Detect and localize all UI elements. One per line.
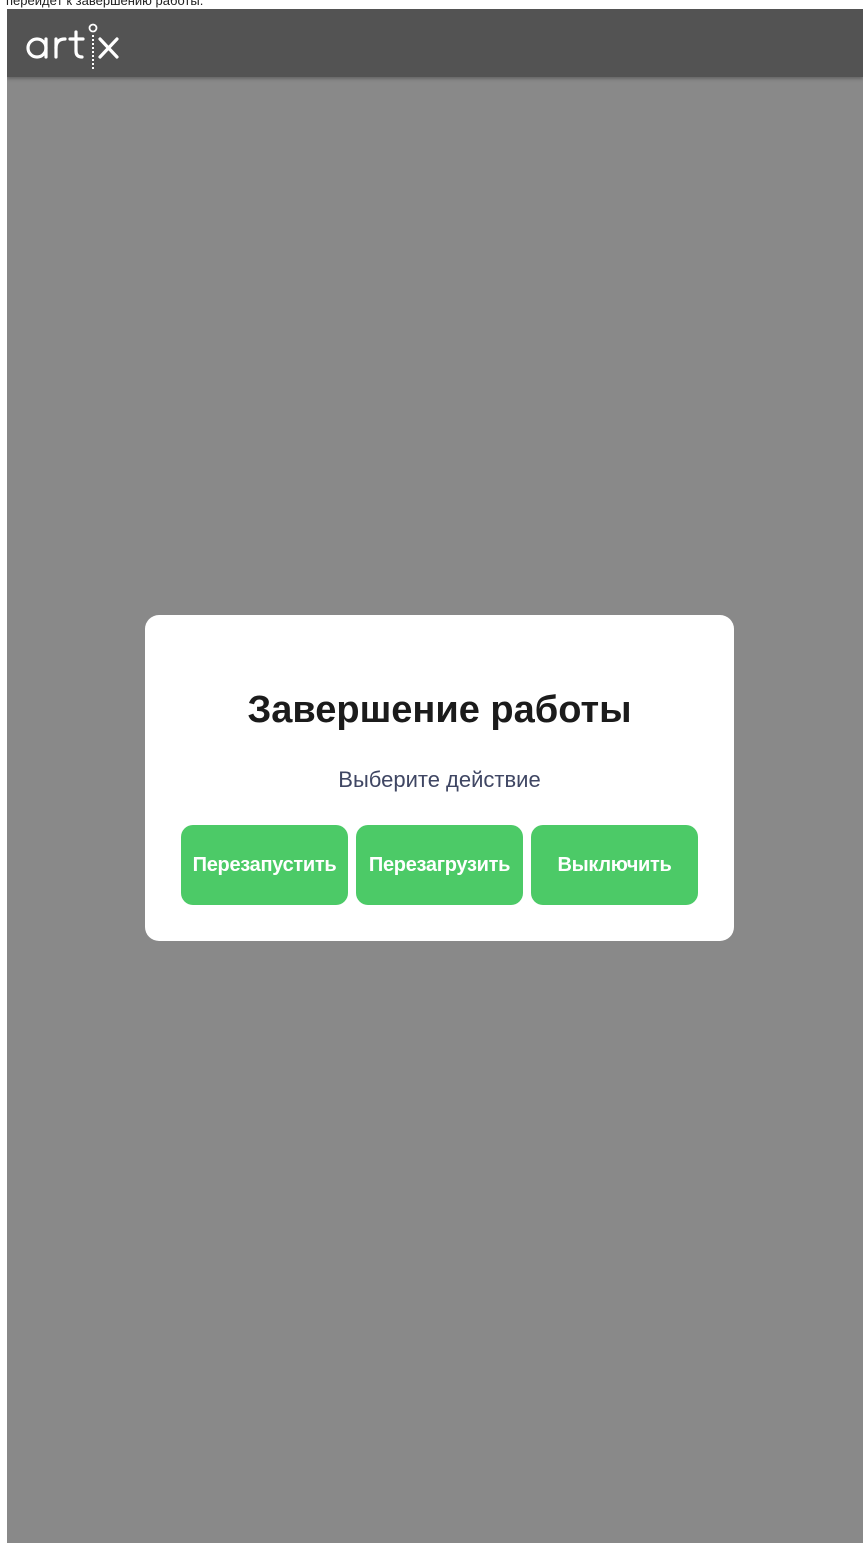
reboot-button[interactable]: Перезагрузить	[356, 825, 523, 905]
shutdown-button[interactable]: Выключить	[531, 825, 698, 905]
shutdown-dialog: Завершение работы Выберите действие Пере…	[145, 615, 734, 941]
restart-button[interactable]: Перезапустить	[181, 825, 348, 905]
artix-logo: artix	[25, 17, 135, 77]
header-bar: artix	[7, 9, 863, 77]
dialog-subtitle: Выберите действие	[338, 767, 541, 792]
dialog-title: Завершение работы	[247, 689, 632, 731]
artix-logo-icon	[26, 23, 119, 69]
app-screen: artix	[7, 9, 863, 1543]
caption-text: перейдёт к завершению работы.	[6, 0, 204, 8]
